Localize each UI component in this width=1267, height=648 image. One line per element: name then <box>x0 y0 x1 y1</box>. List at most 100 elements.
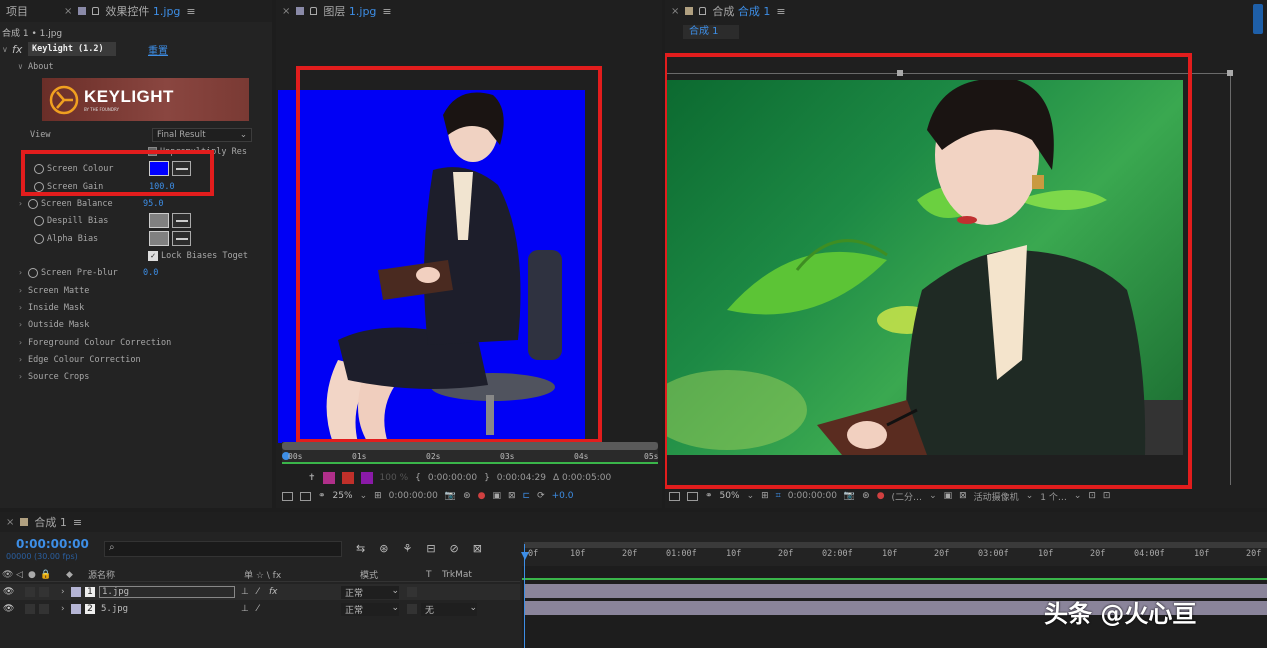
zoom-dropdown[interactable]: 25% <box>333 491 353 501</box>
lock-icon[interactable] <box>699 7 707 15</box>
mode-dropdown[interactable]: 正常 ⌄ <box>341 602 399 616</box>
view-dropdown[interactable]: Final Result ⌄ <box>152 127 252 142</box>
chevron-down-icon[interactable]: ⌄ <box>747 491 755 501</box>
region-icon[interactable] <box>282 491 293 501</box>
layer-time-ruler[interactable]: 00s 01s 02s 03s 04s 05s <box>282 442 658 464</box>
monitor-icon[interactable] <box>687 491 698 501</box>
bounding-handle[interactable] <box>1227 70 1233 76</box>
in-point-icon[interactable]: { <box>415 473 421 483</box>
stopwatch-icon[interactable] <box>34 215 44 226</box>
trkmat-dropdown[interactable]: 无 ⌄ <box>421 602 477 616</box>
grid-icon[interactable]: ⊠ <box>508 491 516 501</box>
mask-icon[interactable]: ⚭ <box>705 491 713 501</box>
preserve-transparency-box[interactable] <box>407 604 417 614</box>
channel-icon[interactable]: ⊛ <box>463 491 471 501</box>
eyedropper-icon[interactable] <box>172 213 191 228</box>
panel-menu-icon[interactable]: ≡ <box>776 5 785 18</box>
alpha-bias-swatch[interactable] <box>149 231 169 246</box>
current-time[interactable]: 0:00:00:00 <box>788 491 837 501</box>
fit-icon[interactable]: ⊞ <box>374 491 382 501</box>
fx-switch[interactable]: fx <box>269 587 291 597</box>
views-dropdown[interactable]: 1 个… <box>1040 490 1067 503</box>
twirl-icon[interactable]: › <box>18 286 28 295</box>
pink-tool-icon[interactable] <box>322 472 335 484</box>
lock-box[interactable] <box>39 587 49 597</box>
panel-menu-icon[interactable]: ≡ <box>73 516 82 529</box>
timeline-ruler-bar[interactable] <box>524 542 1267 548</box>
shy-switch[interactable]: ⊥ <box>235 604 257 614</box>
camera-dropdown[interactable]: 活动摄像机 <box>974 490 1019 503</box>
lock-icon[interactable] <box>310 7 318 15</box>
close-icon[interactable]: × <box>671 6 679 17</box>
label-icon[interactable]: ◆ <box>66 570 88 580</box>
twirl-icon[interactable]: › <box>18 372 28 381</box>
effect-name[interactable]: Keylight (1.2) <box>28 42 116 56</box>
eyedropper-icon[interactable] <box>172 231 191 246</box>
twirl-icon[interactable]: › <box>18 355 28 364</box>
twirl-icon[interactable]: › <box>18 199 28 208</box>
about-row[interactable]: ∨ About <box>0 58 272 75</box>
twirl-icon[interactable]: › <box>18 320 28 329</box>
stopwatch-icon[interactable] <box>34 233 44 244</box>
chevron-down-icon[interactable]: ⌄ <box>1074 491 1082 501</box>
table-row[interactable]: 👁 › 2 5.jpg ⊥ ⁄ 正常 ⌄ 无 ⌄ <box>0 601 520 617</box>
twirl-icon[interactable]: › <box>18 338 28 347</box>
tab-composition[interactable]: 合成 合成 1 <box>712 3 770 19</box>
channel-icon[interactable]: ⊛ <box>862 491 870 501</box>
tab-project[interactable]: 项目 <box>6 3 28 19</box>
out-time[interactable]: 0:00:04:29 <box>497 473 546 483</box>
group-row[interactable]: › Screen Matte <box>0 282 272 299</box>
screen-preblur-value[interactable]: 0.0 <box>143 268 158 278</box>
col-source-name[interactable]: 源名称 <box>88 568 244 581</box>
twirl-icon[interactable]: ∨ <box>2 45 12 54</box>
preserve-transparency-box[interactable] <box>407 587 417 597</box>
tab-timeline[interactable]: 合成 1 <box>34 514 67 530</box>
group-row[interactable]: › Source Crops <box>0 368 272 385</box>
frame-blend-icon[interactable]: ⊟ <box>426 542 435 555</box>
fx-icon[interactable]: fx <box>12 43 28 56</box>
resolution-dropdown[interactable]: (二分… <box>892 490 923 503</box>
table-row[interactable]: 👁 › 1 1.jpg ⊥ ⁄ fx 正常 ⌄ <box>0 584 520 600</box>
motion-icon[interactable]: ✝ <box>308 473 316 483</box>
purple-swatch-icon[interactable] <box>360 472 373 484</box>
twirl-icon[interactable]: › <box>61 604 71 614</box>
lock-icon[interactable]: 🔒 <box>40 570 66 580</box>
comp-sub-tab[interactable]: 合成 1 <box>683 25 739 39</box>
chevron-down-icon[interactable]: ⌄ <box>360 491 368 501</box>
eye-icon[interactable]: 👁 <box>2 570 16 580</box>
rgb-icon[interactable]: ● <box>478 491 486 501</box>
current-time[interactable]: 0:00:00:00 <box>389 491 438 501</box>
solo-box[interactable] <box>25 604 35 614</box>
monitor-icon[interactable] <box>300 491 311 501</box>
timeline-search-input[interactable]: ⌕ <box>104 541 342 557</box>
grid-icon[interactable]: ⊠ <box>959 491 967 501</box>
snapshot-icon[interactable]: ⊏ <box>523 491 531 501</box>
quality-switch[interactable]: ⁄ <box>257 587 269 597</box>
close-icon[interactable]: × <box>282 6 290 17</box>
close-icon[interactable]: × <box>6 517 14 528</box>
twirl-icon[interactable]: › <box>18 268 28 277</box>
twirl-icon[interactable]: › <box>61 587 71 597</box>
transparency-icon[interactable]: ▣ <box>944 491 953 501</box>
scroll-thumb[interactable] <box>1253 4 1263 34</box>
exposure-icon[interactable]: ⟳ <box>537 491 545 501</box>
motion-blur-icon[interactable]: ⊘ <box>450 542 459 555</box>
group-row[interactable]: › Inside Mask <box>0 299 272 316</box>
twirl-icon[interactable]: ∨ <box>18 62 28 71</box>
graph-editor-icon[interactable]: ⊠ <box>473 542 482 555</box>
eye-icon[interactable]: 👁 <box>3 587 25 597</box>
shy-layers-icon[interactable]: ⚘ <box>402 542 412 555</box>
close-icon[interactable]: × <box>64 6 72 17</box>
panel-menu-icon[interactable]: ≡ <box>382 5 391 18</box>
in-time[interactable]: 0:00:00:00 <box>428 473 477 483</box>
twirl-icon[interactable]: › <box>18 303 28 312</box>
group-row[interactable]: › Foreground Colour Correction <box>0 334 272 351</box>
camera-icon[interactable]: 📷 <box>445 491 456 501</box>
mode-dropdown[interactable]: 正常 ⌄ <box>341 585 399 599</box>
stopwatch-icon[interactable] <box>28 267 38 278</box>
rgb-icon[interactable]: ● <box>877 491 885 501</box>
audio-icon[interactable]: ◁ <box>16 570 28 580</box>
share-icon[interactable]: ⊡ <box>1088 491 1096 501</box>
tab-layer[interactable]: 图层 1.jpg <box>323 3 376 19</box>
panel-menu-icon[interactable]: ≡ <box>186 5 195 18</box>
